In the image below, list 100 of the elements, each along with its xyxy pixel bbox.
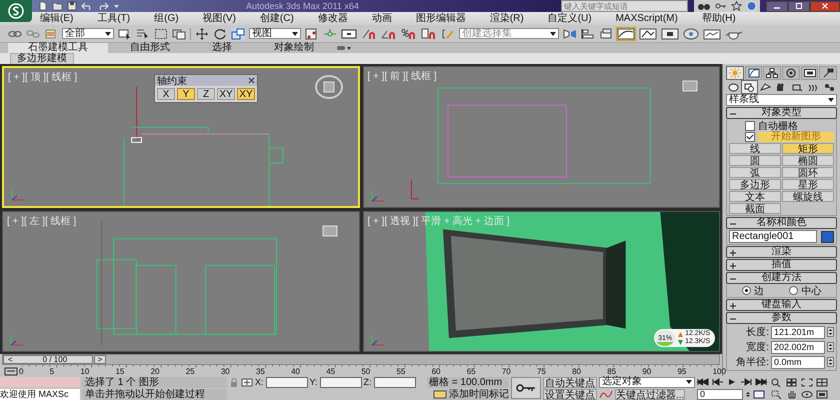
menu-item[interactable]: 渲染(R)	[490, 12, 524, 25]
set-key-button[interactable]	[511, 377, 541, 399]
rollout-header[interactable]: 键盘输入	[726, 299, 837, 311]
maximize-viewport-icon[interactable]	[816, 390, 828, 398]
spinner-icon[interactable]	[827, 342, 834, 352]
object-color-swatch[interactable]	[821, 230, 834, 242]
current-frame-field[interactable]: 0	[697, 388, 743, 400]
time-slider-thumb[interactable]: < 0 / 100	[3, 355, 93, 364]
select-icon[interactable]	[118, 28, 132, 40]
minimize-button[interactable]	[766, 0, 788, 12]
window-crossing-icon[interactable]	[172, 28, 186, 40]
listener-field[interactable]	[0, 377, 80, 387]
key-filters-button[interactable]: 关键点过滤器...	[615, 388, 686, 400]
key-icon[interactable]	[715, 1, 727, 11]
modify-tab[interactable]	[744, 66, 762, 80]
menu-item[interactable]: 帮助(H)	[702, 12, 736, 25]
bind-icon[interactable]	[44, 28, 58, 40]
zoom-all-icon[interactable]	[786, 378, 798, 386]
selection-filter-dropdown[interactable]: 全部	[62, 28, 114, 39]
viewport[interactable]: [ + ][ 顶 ][ 线框 ] 轴约束 X Y Z XY XY	[2, 66, 360, 208]
align-icon[interactable]	[581, 28, 595, 40]
menu-item[interactable]: 自定义(U)	[548, 12, 592, 25]
application-button[interactable]	[0, 0, 32, 22]
maximize-button[interactable]	[788, 0, 810, 12]
set-key-mode-button[interactable]: 设置关键点	[543, 388, 597, 400]
rollout-header[interactable]: 渲染	[726, 246, 837, 258]
rollout-header[interactable]: 对象类型	[726, 107, 837, 119]
lights-button[interactable]	[758, 81, 773, 93]
rollout-header[interactable]: 插值	[726, 259, 837, 271]
ribbon-panel-tab[interactable]: 多边形建模	[10, 53, 74, 64]
previous-frame-icon[interactable]	[712, 378, 724, 386]
scale-icon[interactable]	[231, 28, 245, 40]
shapes-button[interactable]	[742, 81, 757, 93]
axis-button[interactable]: Z	[197, 88, 215, 100]
mirror-icon[interactable]	[563, 28, 577, 40]
checkbox[interactable]	[745, 120, 755, 130]
reference-coordinate-dropdown[interactable]: 视图	[249, 28, 301, 39]
object-type-button[interactable]: 线	[729, 143, 781, 154]
star-icon[interactable]	[731, 1, 742, 11]
help-icon[interactable]	[746, 1, 757, 11]
menu-item[interactable]: 图形编辑器	[416, 12, 466, 25]
go-to-start-icon[interactable]	[697, 378, 709, 386]
create-tab[interactable]	[726, 66, 744, 80]
menu-item[interactable]: 工具(T)	[97, 12, 130, 25]
material-editor-icon[interactable]	[661, 28, 679, 40]
auto-key-button[interactable]: 自动关键点	[543, 376, 597, 388]
object-type-button[interactable]: 圆环	[782, 167, 834, 178]
object-type-button[interactable]: 弧	[729, 167, 781, 178]
rectangle-selection-icon[interactable]	[154, 28, 168, 40]
key-target-dropdown[interactable]: 选定对象	[599, 376, 695, 388]
object-type-button[interactable]: 多边形	[729, 179, 781, 190]
track-bar-icon[interactable]	[4, 366, 18, 376]
parameter-field[interactable]: 121.201m	[771, 326, 825, 338]
zoom-extents-all-icon[interactable]	[816, 378, 828, 386]
ribbon-options-icon[interactable]	[336, 44, 352, 52]
zoom-region-icon[interactable]	[771, 390, 783, 398]
geometry-button[interactable]	[726, 81, 741, 93]
object-type-button[interactable]: 矩形	[782, 143, 834, 154]
schematic-view-icon[interactable]	[639, 28, 657, 40]
zoom-extents-icon[interactable]	[801, 378, 813, 386]
rollout-header[interactable]: 参数	[726, 312, 837, 324]
snap-icon[interactable]	[361, 28, 377, 40]
utilities-tab[interactable]	[819, 66, 838, 80]
menu-item[interactable]: 视图(V)	[202, 12, 236, 25]
menu-item[interactable]: 创建(C)	[260, 12, 294, 25]
object-type-button[interactable]: 截面	[729, 203, 781, 214]
rollout-header[interactable]: 创建方法	[726, 272, 837, 284]
layer-manager-icon[interactable]	[599, 28, 613, 40]
play-icon[interactable]	[727, 378, 737, 386]
orbit-icon[interactable]	[801, 390, 813, 398]
object-type-button[interactable]: 星形	[782, 179, 834, 190]
menu-item[interactable]: 动画	[372, 12, 392, 25]
close-icon[interactable]	[248, 77, 255, 84]
pan-hand-icon[interactable]	[786, 390, 798, 398]
rendered-frame-icon[interactable]	[703, 28, 721, 40]
undo-icon[interactable]	[81, 1, 93, 11]
percent-snap-icon[interactable]	[401, 28, 417, 40]
move-icon[interactable]	[195, 28, 209, 40]
object-type-button[interactable]: 螺旋线	[782, 191, 834, 202]
search-field[interactable]: 键入关键字或短语	[561, 0, 688, 12]
time-configuration-icon[interactable]	[753, 390, 765, 398]
redo-icon[interactable]	[97, 1, 109, 11]
zoom-icon[interactable]	[771, 378, 783, 386]
keyboard-icon[interactable]	[341, 28, 357, 40]
checkbox[interactable]	[745, 132, 755, 142]
edit-named-selection-icon[interactable]	[441, 28, 455, 40]
radio-button[interactable]	[789, 286, 798, 295]
y-coordinate-field[interactable]	[320, 376, 362, 388]
ribbon-tab[interactable]: 选择	[192, 43, 252, 53]
menu-item[interactable]: MAXScript(M)	[616, 12, 678, 25]
axis-button[interactable]: XY	[237, 88, 255, 100]
z-coordinate-field[interactable]	[374, 376, 416, 388]
display-tab[interactable]	[800, 66, 818, 80]
save-icon[interactable]	[67, 1, 77, 11]
spinner-icon[interactable]	[745, 390, 751, 398]
category-dropdown[interactable]: 样条线	[726, 94, 837, 106]
pivot-icon[interactable]	[305, 28, 319, 40]
object-name-field[interactable]: Rectangle001	[729, 230, 817, 243]
menu-item[interactable]: 修改器	[318, 12, 348, 25]
menu-item[interactable]: 编辑(E)	[40, 12, 74, 25]
